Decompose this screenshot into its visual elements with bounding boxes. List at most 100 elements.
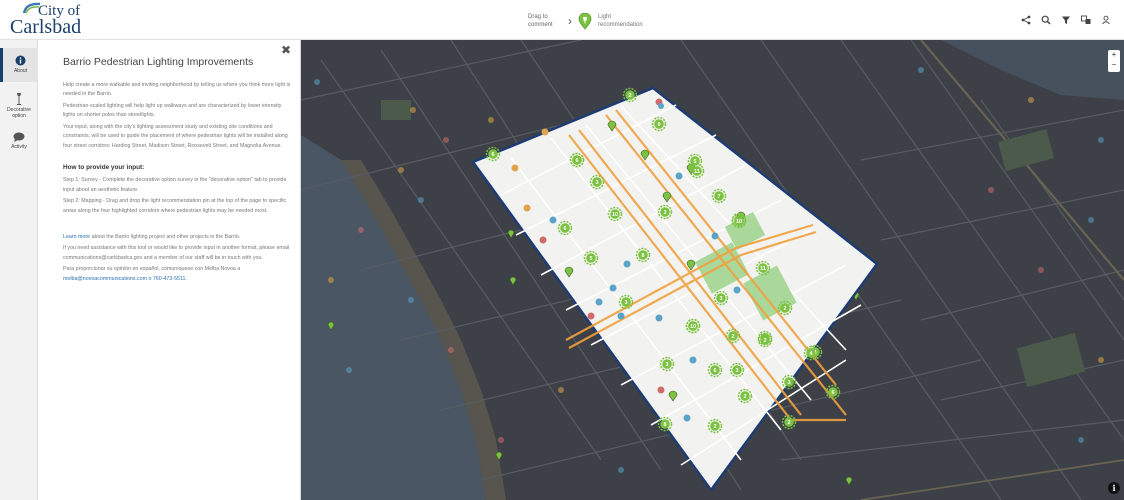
cluster-count: 6 <box>713 368 716 374</box>
light-recommendation-pin[interactable] <box>578 12 592 30</box>
numbered-cluster-layer: 2961231157102625811332426364328226432101… <box>485 87 841 434</box>
cluster-count: 9 <box>657 122 660 128</box>
cluster-marker[interactable]: 3 <box>729 362 745 378</box>
cluster-count: 3 <box>595 180 598 186</box>
cluster-marker[interactable]: 3 <box>618 294 634 310</box>
pin-instruction: Drag to comment › Light recommendation <box>528 8 648 34</box>
cluster-marker[interactable]: 9 <box>651 116 667 132</box>
rail-label-activity: Activity <box>11 144 27 150</box>
cluster-count: 5 <box>589 256 592 262</box>
rail-item-about[interactable]: About <box>0 48 38 82</box>
cluster-count: 2 <box>713 424 716 430</box>
city-logo[interactable]: City of Carlsbad <box>8 2 103 38</box>
cluster-count: 2 <box>783 306 786 312</box>
cluster-marker[interactable]: 7 <box>711 188 727 204</box>
cluster-marker[interactable]: 5 <box>687 153 703 169</box>
cluster-count: 11 <box>694 169 700 175</box>
cluster-count: 5 <box>693 159 696 165</box>
translate-button[interactable] <box>1078 12 1094 28</box>
cluster-marker[interactable]: 6 <box>825 384 841 400</box>
cluster-marker[interactable]: 10 <box>607 206 623 222</box>
lighting-paragraph: Pedestrian-scaled lighting will help lig… <box>63 103 282 119</box>
cluster-count: 2 <box>743 394 746 400</box>
search-button[interactable] <box>1038 12 1054 28</box>
cluster-count: 6 <box>831 390 834 396</box>
map-info-icon[interactable]: i <box>1108 482 1120 494</box>
learn-more-paragraph: Learn more about the Barrio lighting pro… <box>63 233 295 242</box>
close-icon[interactable]: ✖ <box>281 44 291 56</box>
cluster-marker[interactable]: 2 <box>657 204 673 220</box>
cluster-count: 11 <box>760 266 766 272</box>
share-icon <box>1021 15 1031 25</box>
cluster-count: 3 <box>665 362 668 368</box>
cluster-marker[interactable]: 8 <box>635 247 651 263</box>
learn-more-link[interactable]: Learn more <box>63 234 90 240</box>
zoom-control: + − <box>1108 50 1120 72</box>
zoom-out-button[interactable]: − <box>1112 60 1117 70</box>
user-icon <box>1102 15 1110 25</box>
cluster-marker[interactable]: 3 <box>659 356 675 372</box>
cluster-count: 3 <box>735 368 738 374</box>
cluster-marker[interactable]: 3 <box>781 374 797 390</box>
step1-paragraph: Step 1: Survey - Complete the decorative… <box>63 177 287 193</box>
how-to-heading: How to provide your input: <box>63 164 145 172</box>
rail-item-decorative-option[interactable]: Decorative option <box>0 90 38 126</box>
cluster-marker[interactable]: 6 <box>485 146 501 162</box>
rail-item-activity[interactable]: Activity <box>0 130 38 160</box>
cluster-marker[interactable]: 2 <box>707 418 723 434</box>
cluster-marker[interactable]: 2 <box>622 87 638 103</box>
cluster-count: 10 <box>736 219 742 225</box>
cluster-marker[interactable]: 11 <box>755 260 771 276</box>
cluster-marker[interactable]: 8 <box>657 416 673 432</box>
rail-label-about: About <box>13 68 28 74</box>
cluster-marker[interactable]: 6 <box>569 152 585 168</box>
filter-button[interactable] <box>1058 12 1074 28</box>
cluster-count: 3 <box>719 296 722 302</box>
zoom-in-button[interactable]: + <box>1112 50 1117 60</box>
spanish-paragraph: Para proporcionar su opinión en español,… <box>63 265 295 284</box>
learn-more-rest: about the Barrio lighting project and ot… <box>90 233 241 240</box>
intro-paragraph: Help create a more walkable and inviting… <box>63 82 291 98</box>
cluster-marker[interactable]: 2 <box>737 388 753 404</box>
cluster-count: 2 <box>628 93 631 99</box>
cluster-marker[interactable]: 2 <box>781 414 797 430</box>
spanish-contact-link[interactable]: melba@novoacommunications.com o 760-473-… <box>63 276 187 282</box>
cluster-count: 2 <box>763 338 766 344</box>
cluster-marker[interactable]: 2 <box>757 332 773 348</box>
cluster-marker[interactable]: 10 <box>685 318 701 334</box>
toolbar <box>1018 12 1114 28</box>
filter-icon <box>1062 16 1070 24</box>
cluster-marker[interactable]: 6 <box>557 220 573 236</box>
user-button[interactable] <box>1098 12 1114 28</box>
lamp-post-icon <box>17 93 21 105</box>
translate-icon <box>1081 15 1091 24</box>
rail-label-decorative-option: Decorative option <box>7 107 31 119</box>
map-view[interactable]: 2961231157102625811332426364328226432101… <box>301 40 1124 500</box>
cluster-marker[interactable]: 3 <box>713 290 729 306</box>
step2-paragraph: Step 2: Mapping - Drag and drop the ligh… <box>63 198 287 214</box>
info-panel: ✖ Barrio Pedestrian Lighting Improvement… <box>39 40 301 500</box>
cluster-count: 3 <box>624 300 627 306</box>
spanish-text: Para proporcionar su opinión en español,… <box>63 266 241 273</box>
drag-to-comment-text: Drag to comment <box>528 14 553 28</box>
cluster-marker[interactable]: 5 <box>583 250 599 266</box>
cluster-count: 8 <box>663 422 666 428</box>
cluster-count: 2 <box>731 334 734 340</box>
cluster-marker[interactable]: 6 <box>707 362 723 378</box>
assist-paragraph: If you need assistance with this tool or… <box>63 245 290 261</box>
cluster-marker[interactable]: 2 <box>725 328 741 344</box>
share-button[interactable] <box>1018 12 1034 28</box>
cluster-count: 6 <box>491 152 494 158</box>
cluster-marker[interactable]: 2 <box>777 300 793 316</box>
cluster-count: 8 <box>641 253 644 259</box>
panel-title: Barrio Pedestrian Lighting Improvements <box>63 56 254 68</box>
cluster-count: 2 <box>787 420 790 426</box>
cluster-marker[interactable]: 3 <box>589 174 605 190</box>
light-recommendation-text: Light recommendation <box>598 14 643 28</box>
info-icon <box>15 55 26 66</box>
app-header: City of Carlsbad Drag to comment › Light… <box>0 0 1124 40</box>
input-paragraph: Your input, along with the city's lighti… <box>63 124 288 149</box>
cluster-count: 6 <box>563 226 566 232</box>
panel-body: Help create a more walkable and inviting… <box>63 81 295 287</box>
